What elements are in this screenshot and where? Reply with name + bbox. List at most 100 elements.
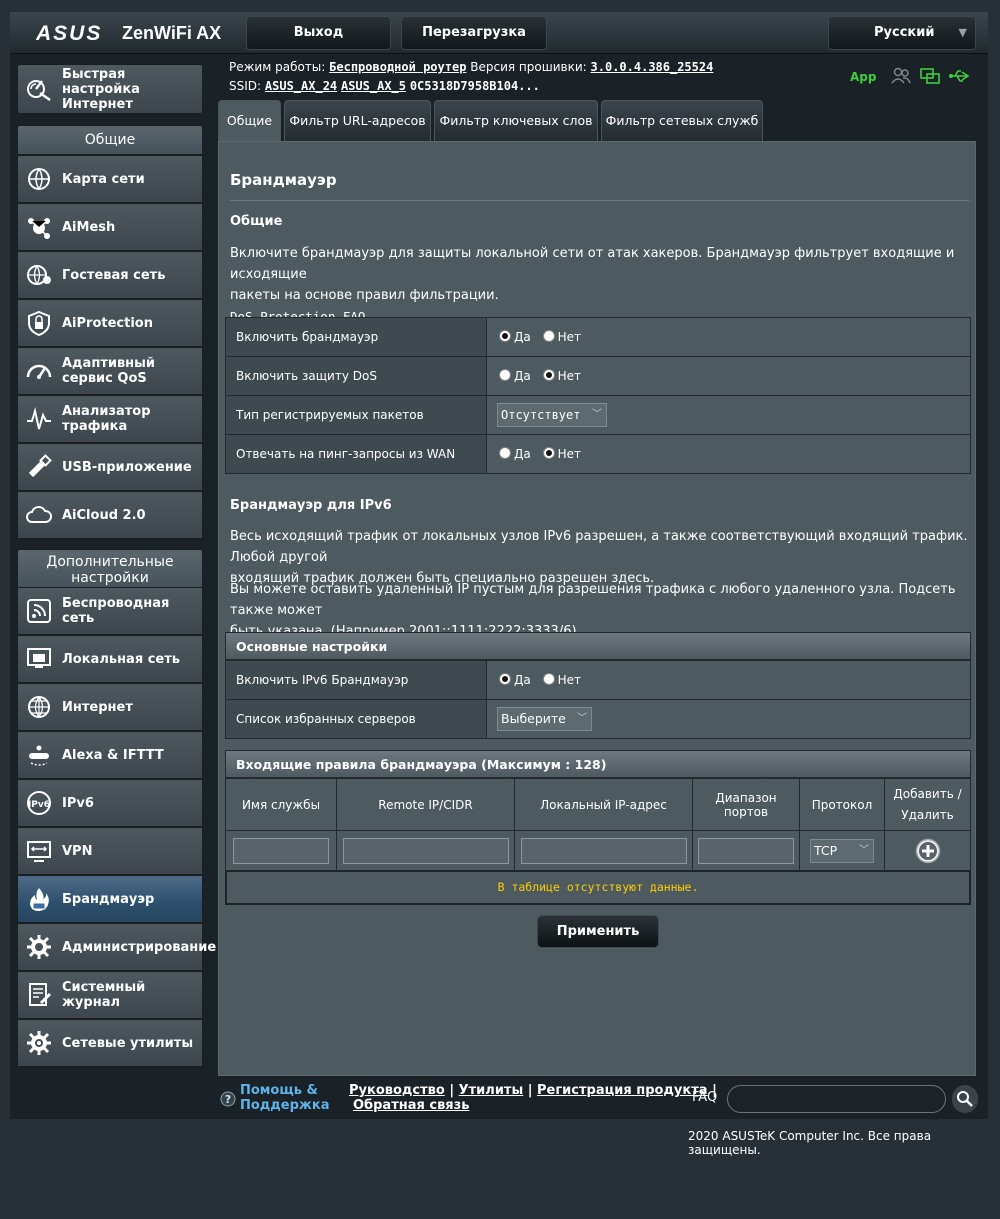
general-item-0[interactable]: Карта сети [17,155,203,203]
column-header: Диапазон портов [692,778,800,831]
general-desc-line-1: Включите брандмауэр для защиты локальной… [230,246,955,282]
general-item-5[interactable]: Анализатор трафика [17,395,203,443]
mode-link[interactable]: Беспроводной роутер [329,60,466,74]
setting-value: Да Нет [486,660,971,700]
dos-no-radio[interactable] [542,369,555,381]
setting-value: Да Нет [486,356,971,396]
app-status[interactable]: App [850,70,876,84]
sidebar-item-label: Администрирование [62,939,217,955]
advanced-item-4[interactable]: IPv6 IPv6 [17,779,203,827]
advanced-item-2[interactable]: Интернет [17,683,203,731]
gauge-icon [24,356,54,386]
column-header: Remote IP/CIDR [336,778,515,831]
general-item-1[interactable]: AiMesh [17,203,203,251]
radio-label: Нет [557,330,581,344]
advanced-item-8[interactable]: Системный журнал [17,971,203,1019]
dos-yes-radio[interactable] [499,369,511,381]
reboot-button[interactable]: Перезагрузка [401,16,547,50]
advanced-item-9[interactable]: Сетевые утилиты [17,1019,203,1067]
language-select[interactable]: Русский ▼ [828,16,976,50]
top-bar: ASUS ZenWiFi AX Выход Перезагрузка Русск… [10,12,988,54]
ssid-24-link[interactable]: ASUS_AX_24 [265,79,337,93]
radio-label: Да [514,369,531,383]
sidebar-item-label: Сетевые утилиты [62,1035,194,1051]
footer: ? Помощь & Поддержка Руководство | Утили… [218,1080,988,1120]
general-item-2[interactable]: Гостевая сеть [17,251,203,299]
usb-status-icon[interactable] [948,66,970,86]
help-icon: ? [220,1091,236,1107]
model-name: ZenWiFi AX [122,23,222,43]
local-ip-input[interactable] [520,837,687,864]
ssid-label: SSID: [229,79,262,93]
quick-setup-button[interactable]: Быстрая настройка Интернет [17,64,203,114]
ssid-5-link[interactable]: ASUS_AX_5 [341,79,406,93]
tab-url-filter[interactable]: Фильтр URL-адресов [284,100,431,141]
column-header: Добавить / Удалить [884,778,971,831]
firewall-icon [24,884,54,914]
tab-general[interactable]: Общие [218,100,281,142]
general-item-4[interactable]: Адаптивный сервис QoS [17,347,203,395]
ipv6-desc-line-1: Весь исходящий трафик от локальных узлов… [230,529,968,565]
help-support-link[interactable]: Помощь & Поддержка [240,1083,330,1113]
firewall-yes-radio[interactable] [499,330,511,342]
radio-label: Да [514,330,531,344]
apply-button[interactable]: Применить [537,915,659,948]
protocol-select[interactable]: TCP ﹀ [810,838,874,863]
ipv6-firewall-no-radio[interactable] [542,673,555,685]
select-value: TCP [814,842,838,858]
ipv6-firewall-yes-radio[interactable] [499,673,511,685]
setting-row-firewall: Включить брандмауэр Да Нет [225,317,971,357]
sidebar-item-label: Гостевая сеть [62,267,166,283]
main-content: Брандмауэр Общие Включите брандмауэр для… [218,141,976,1076]
quick-setup-icon [24,74,54,104]
service-name-input[interactable] [233,837,329,864]
advanced-item-7[interactable]: Администрирование [17,923,216,971]
port-range-input[interactable] [698,837,794,864]
logout-button[interactable]: Выход [246,16,391,50]
general-item-6[interactable]: USB-приложение [17,443,203,491]
faq-search-input[interactable] [727,1085,946,1113]
setting-value: Да Нет [486,434,971,474]
setting-row-favorite-servers: Список избранных серверов Выберите ﹀ [225,699,971,739]
advanced-item-6[interactable]: Брандмауэр [17,875,203,923]
registration-link[interactable]: Регистрация продукта [537,1083,708,1098]
faq-label: FAQ [692,1090,718,1105]
radio-label: Да [514,673,531,687]
firmware-link[interactable]: 3.0.0.4.386_25524 [591,60,714,74]
clients-icon[interactable] [890,66,912,86]
remote-ip-input[interactable] [342,837,509,864]
advanced-item-1[interactable]: Локальная сеть [17,635,203,683]
utilities-link[interactable]: Утилиты [459,1083,524,1098]
language-label: Русский [874,25,935,40]
ping-yes-radio[interactable] [499,447,511,459]
add-rule-icon[interactable] [915,838,941,864]
advanced-item-0[interactable]: Беспроводная сеть [17,587,203,635]
feedback-link[interactable]: Обратная связь [353,1098,469,1113]
setting-label: Тип регистрируемых пакетов [225,395,487,435]
ipv6-heading: Брандмауэр для IPv6 [230,498,392,513]
select-value: Отсутствует [501,408,581,422]
sidebar-item-label: Брандмауэр [62,891,155,907]
log-type-select[interactable]: Отсутствует ﹀ [497,403,607,427]
faq-search-button[interactable] [952,1085,978,1113]
general-heading: Общие [230,214,283,229]
firewall-no-radio[interactable] [542,330,555,342]
sidebar-item-label: Адаптивный сервис QoS [62,356,156,386]
internet-status-icon[interactable] [919,66,941,86]
firewall-settings-table: Включить брандмауэр Да Нет Включить защи… [225,317,971,474]
input-cell [336,830,515,871]
ping-no-radio[interactable] [542,447,555,459]
general-item-3[interactable]: AiProtection [17,299,203,347]
setting-value: Да Нет [486,317,971,357]
favorite-servers-select[interactable]: Выберите ﹀ [497,707,592,731]
traffic-analyzer-icon [24,404,54,434]
vpn-icon [24,836,54,866]
advanced-item-5[interactable]: VPN [17,827,203,875]
general-item-7[interactable]: AiCloud 2.0 [17,491,203,539]
column-header: Имя службы [225,778,337,831]
admin-gear-icon [24,932,54,962]
manual-link[interactable]: Руководство [349,1083,445,1098]
tab-keyword-filter[interactable]: Фильтр ключевых слов [434,100,598,141]
tab-service-filter[interactable]: Фильтр сетевых служб [601,100,763,141]
advanced-item-3[interactable]: Alexa & IFTTT [17,731,203,779]
